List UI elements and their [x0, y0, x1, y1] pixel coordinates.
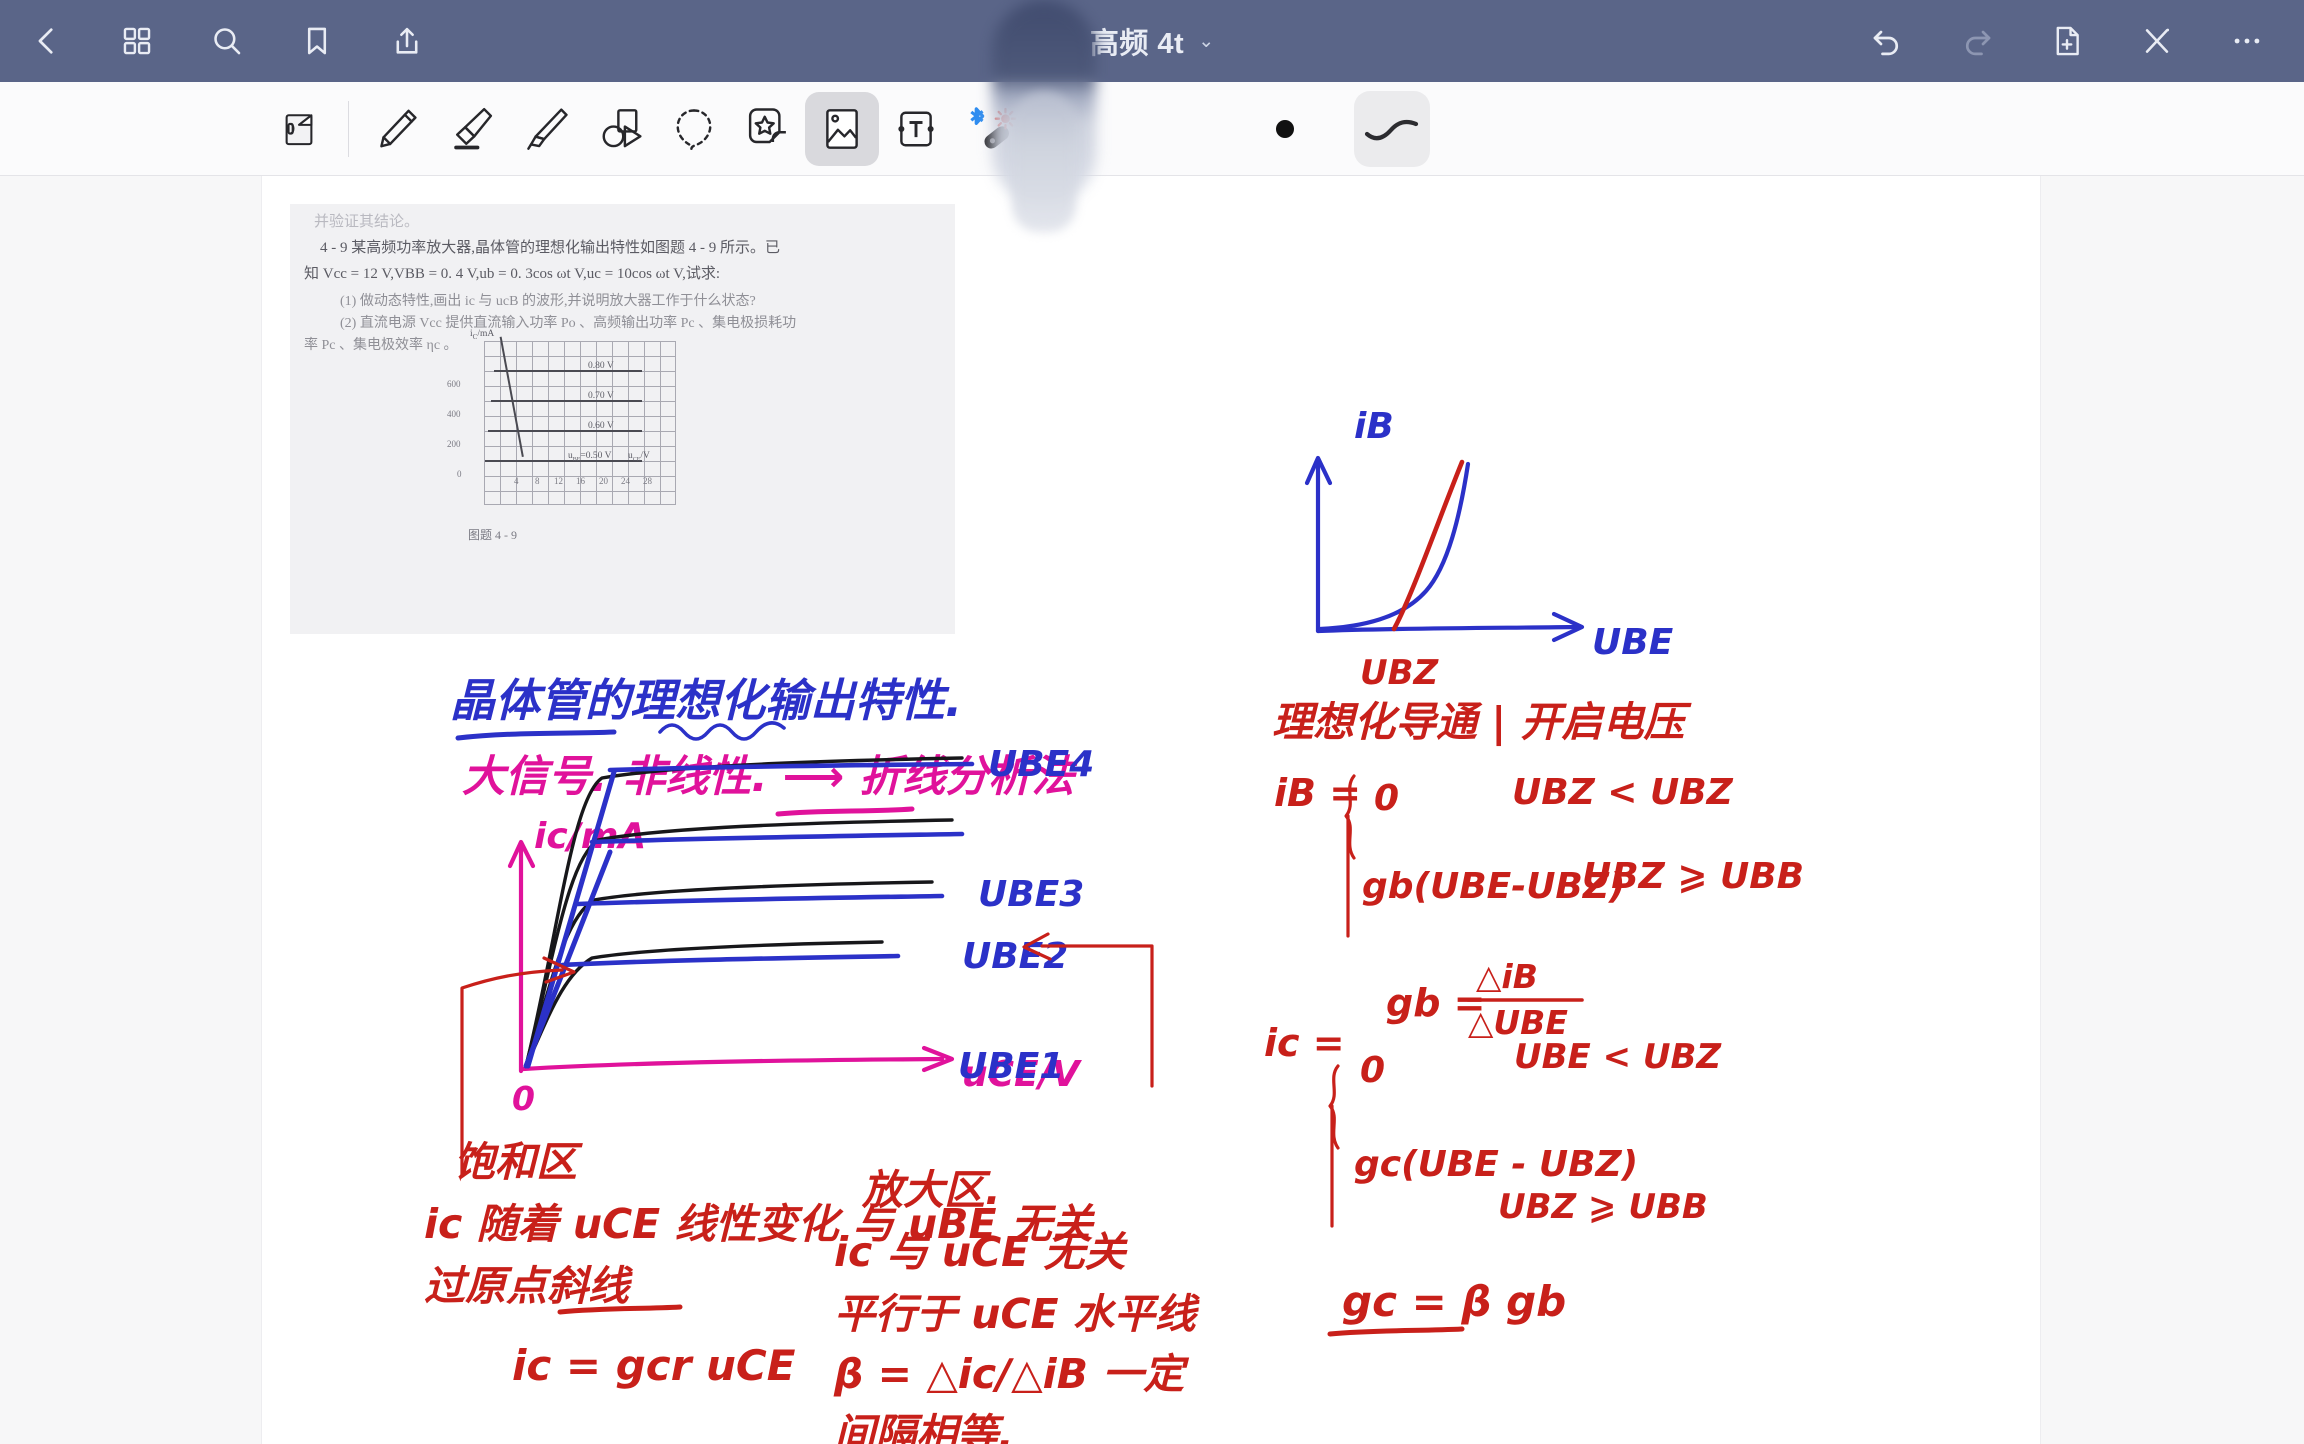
- page-flip-tool[interactable]: [262, 92, 336, 166]
- lasso-tool[interactable]: [657, 92, 731, 166]
- ink-formula-ib-case1-value: 0: [1374, 778, 1399, 819]
- ink-curve-label-ube1: UBE1: [958, 1046, 1064, 1087]
- image-tool[interactable]: [805, 91, 879, 166]
- ink-red-note-mid-4: 间隔相等.: [834, 1410, 1014, 1444]
- top-navigation-bar: 高频 4t ⌄: [0, 0, 2304, 82]
- ink-formula-gc: gc = β gb: [1342, 1277, 1566, 1326]
- chevron-down-icon: ⌄: [1198, 30, 1215, 52]
- ink-red-note-left-2: 过原点斜线: [424, 1262, 634, 1310]
- ink-formula-gb-numerator: △iB: [1476, 957, 1538, 996]
- eraser-tool[interactable]: [435, 92, 509, 166]
- ink-blue-heading: 晶体管的理想化输出特性.: [450, 674, 962, 727]
- ink-red-note-conduction: 理想化导通 | 开启电压: [1272, 698, 1693, 747]
- ink-red-note-mid-1: ic 与 uCE 无关: [834, 1228, 1128, 1276]
- share-icon[interactable]: [384, 18, 430, 64]
- laser-pointer-tool[interactable]: [953, 92, 1027, 166]
- ink-curve-label-ube2: UBE2: [962, 936, 1068, 977]
- ink-graph-origin-label: 0: [512, 1079, 535, 1118]
- ink-formula-ic-case2-value: gc(UBE - UBZ): [1354, 1144, 1638, 1185]
- ink-pink-heading: 大信号. 非线性. ⟶ 折线分析法: [462, 752, 1078, 802]
- ink-formula-ic-case1-cond: UBE < UBZ: [1514, 1037, 1722, 1077]
- ink-formula-ic-lhs: ic =: [1264, 1021, 1345, 1065]
- topbar-right-group: [1864, 0, 2270, 82]
- ink-formula-ic-case2-cond: UBZ ⩾ UBB: [1498, 1187, 1708, 1227]
- ink-red-note-mid-3: β = △ic/△iB 一定: [833, 1350, 1189, 1398]
- ink-curve-label-ube4: UBE4: [988, 744, 1094, 785]
- handwritten-ink-layer[interactable]: .hw { font-family: "DejaVu Sans", sans-s…: [262, 176, 2040, 1444]
- ink-ib-graph-y-label: iB: [1354, 406, 1394, 447]
- undo-icon[interactable]: [1864, 18, 1910, 64]
- ink-formula-ib-lhs: iB =: [1274, 771, 1361, 815]
- page-title: 高频 4t: [1089, 28, 1185, 60]
- toolbar-divider: [348, 100, 349, 157]
- toolbar-divider-2: [1063, 100, 1064, 157]
- more-icon[interactable]: [2224, 18, 2270, 64]
- ink-formula-ic-case1-value: 0: [1360, 1050, 1385, 1091]
- ink-ib-graph-threshold-label: UBZ: [1360, 653, 1440, 693]
- document-title-button[interactable]: 高频 4t ⌄: [1090, 0, 1214, 82]
- text-tool[interactable]: [879, 92, 953, 166]
- grid-thumbnails-icon[interactable]: [114, 18, 160, 64]
- ink-red-note-left-3: ic = gcr uCE: [512, 1341, 796, 1390]
- back-icon[interactable]: [24, 18, 70, 64]
- ink-formula-ib-case1-cond: UBZ < UBZ: [1512, 772, 1734, 813]
- search-icon[interactable]: [204, 18, 250, 64]
- ink-curve-label-ube3: UBE3: [978, 874, 1084, 915]
- color-swatch[interactable]: [1276, 119, 1294, 138]
- ink-red-note-left-0: 饱和区: [454, 1138, 583, 1186]
- notebook-page[interactable]: 并验证其结论。 4 - 9 某高频功率放大器,晶体管的理想化输出特性如图题 4 …: [262, 176, 2040, 1444]
- ink-ib-graph-x-label: UBE: [1592, 622, 1674, 663]
- add-page-icon[interactable]: [2044, 18, 2090, 64]
- redo-icon[interactable]: [1954, 18, 2000, 64]
- stroke-preview-button[interactable]: [1354, 90, 1430, 167]
- ink-red-note-mid-2: 平行于 uCE 水平线: [834, 1290, 1201, 1338]
- ink-red-note-mid-0: 放大区.: [861, 1166, 1001, 1214]
- topbar-left-group: [0, 18, 430, 64]
- highlighter-tool[interactable]: [509, 92, 583, 166]
- drawing-toolbar: [0, 82, 2304, 176]
- bookmark-icon[interactable]: [294, 18, 340, 64]
- shape-tool[interactable]: [583, 92, 657, 166]
- ink-formula-ib-case2-cond: UBZ ⩾ UBB: [1582, 856, 1804, 897]
- pen-tool[interactable]: [361, 92, 435, 166]
- close-icon[interactable]: [2134, 18, 2180, 64]
- sticker-tool[interactable]: [731, 92, 805, 166]
